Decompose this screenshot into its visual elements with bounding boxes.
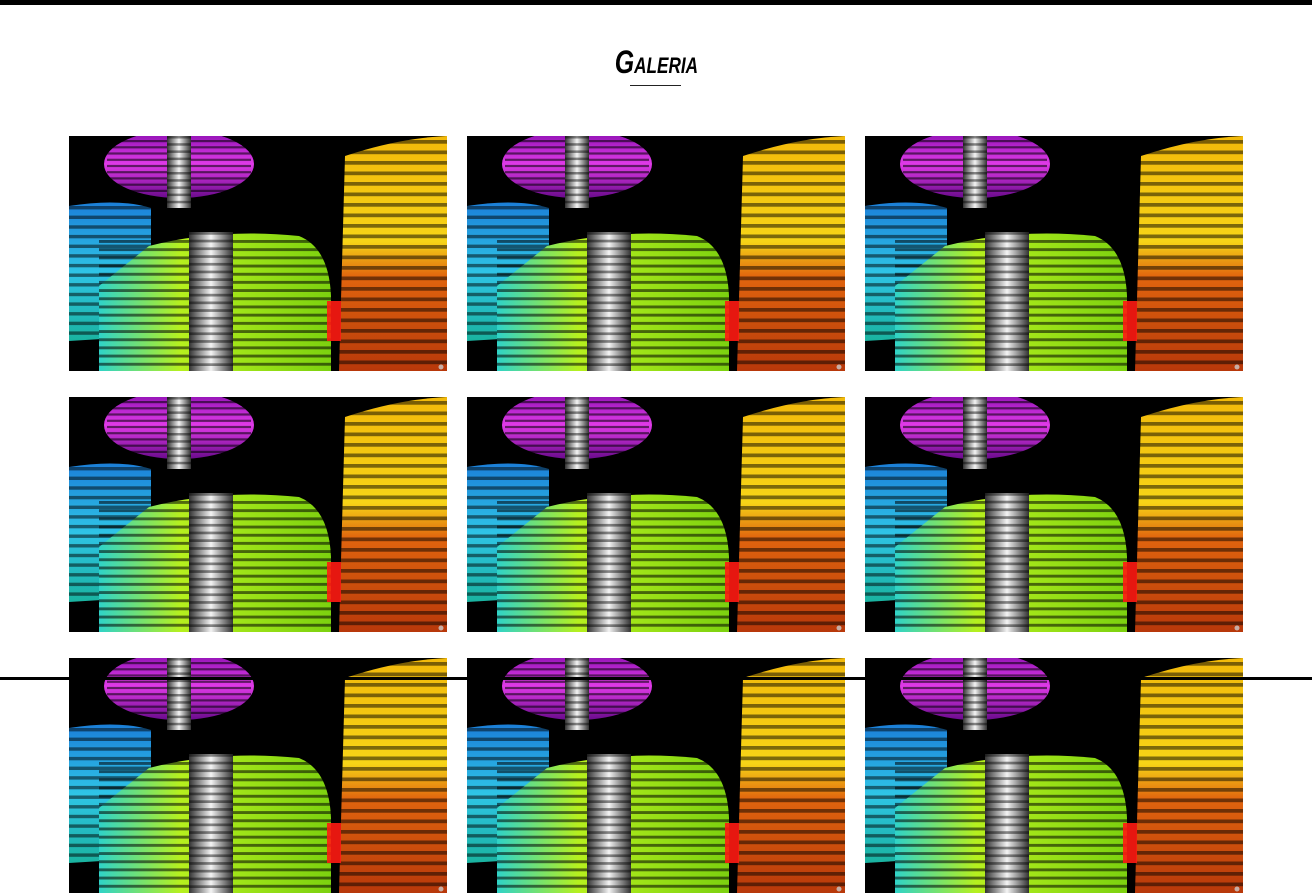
light-trails-photo <box>69 658 447 893</box>
light-trails-photo <box>865 658 1243 893</box>
gallery-image-2[interactable] <box>467 136 845 371</box>
image-gallery <box>69 136 1243 893</box>
gallery-image-8[interactable] <box>467 658 845 893</box>
light-trails-photo <box>865 136 1243 371</box>
top-bar <box>0 0 1312 5</box>
page-title: Galeria <box>614 44 698 80</box>
light-trails-photo <box>467 397 845 632</box>
light-trails-photo <box>467 658 845 893</box>
gallery-image-4[interactable] <box>69 397 447 632</box>
gallery-image-5[interactable] <box>467 397 845 632</box>
light-trails-photo <box>69 136 447 371</box>
light-trails-photo <box>467 136 845 371</box>
section-heading: Galeria <box>0 40 1312 84</box>
gallery-image-7[interactable] <box>69 658 447 893</box>
light-trails-photo <box>69 397 447 632</box>
gallery-image-6[interactable] <box>865 397 1243 632</box>
gallery-image-9[interactable] <box>865 658 1243 893</box>
title-underline <box>630 85 681 86</box>
light-trails-photo <box>865 397 1243 632</box>
gallery-image-1[interactable] <box>69 136 447 371</box>
gallery-image-3[interactable] <box>865 136 1243 371</box>
